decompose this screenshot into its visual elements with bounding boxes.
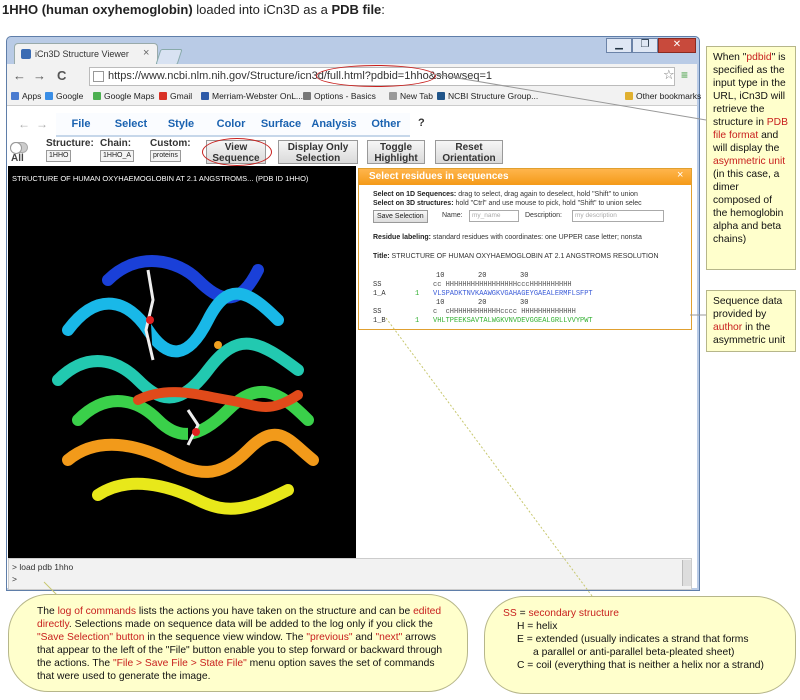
note-text: . Selections made on sequence data will … bbox=[68, 619, 433, 630]
note-highlight: "Save Selection" button bbox=[37, 632, 145, 643]
note-highlight: author bbox=[713, 322, 743, 333]
note-text: The bbox=[37, 606, 58, 617]
pdbid-annotation: When "pdbid" is specified as the input t… bbox=[706, 46, 796, 270]
ss-helix: H = helix bbox=[517, 621, 558, 632]
sequence-annotation: Sequence data provided by author in the … bbox=[706, 290, 796, 352]
note-highlight: pdbid bbox=[746, 52, 772, 63]
secondary-structure-annotation: SS = secondary structure H = helix E = e… bbox=[484, 596, 796, 694]
ss-coil: C = coil (everything that is neither a h… bbox=[517, 660, 764, 671]
ss-extended: E = extended (usually indicates a strand… bbox=[517, 634, 749, 645]
note-text: (in this case, a dimer composed of the h… bbox=[713, 169, 784, 245]
note-text: Sequence data provided by bbox=[713, 296, 783, 320]
note-highlight: "File > Save File > State File" bbox=[112, 658, 247, 669]
note-highlight: "previous" bbox=[306, 632, 353, 643]
note-text: When " bbox=[713, 52, 747, 63]
ss-extended-detail: a parallel or anti-parallel beta-pleated… bbox=[533, 647, 735, 658]
ss-equals: = bbox=[516, 608, 529, 619]
command-log-annotation: The log of commands lists the actions yo… bbox=[8, 594, 468, 692]
ss-definition: SS = secondary structure bbox=[503, 607, 781, 620]
note-text: lists the actions you have taken on the … bbox=[136, 606, 414, 617]
pointer-url bbox=[433, 73, 707, 121]
ss-abbrev: SS bbox=[503, 608, 517, 619]
note-highlight: "next" bbox=[375, 632, 403, 643]
note-text: and bbox=[352, 632, 376, 643]
note-highlight: log of commands bbox=[57, 606, 137, 617]
note-highlight: asymmetric unit bbox=[713, 156, 786, 167]
pointer-ss bbox=[385, 317, 596, 601]
ss-meaning: secondary structure bbox=[528, 608, 619, 619]
note-text: in the sequence view window. The bbox=[144, 632, 307, 643]
